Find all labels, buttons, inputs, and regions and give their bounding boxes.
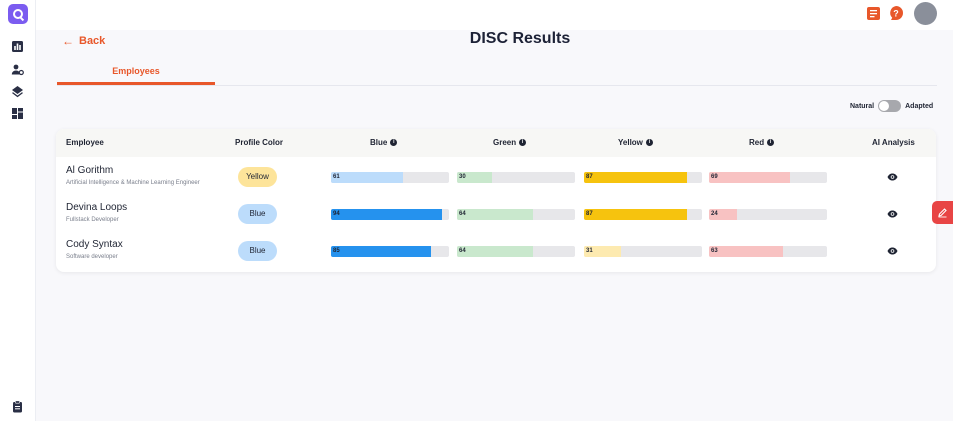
yellow-score-value: 87 xyxy=(586,211,593,217)
col-ai-analysis: AI Analysis xyxy=(872,138,915,147)
table-row: Devina Loops Fullstack Developer Blue 94 64 8… xyxy=(56,197,936,235)
toggle-label-natural: Natural xyxy=(850,102,875,110)
col-employee: Employee xyxy=(66,138,104,147)
page-title: DISC Results xyxy=(469,30,571,47)
blue-score-value: 61 xyxy=(333,174,340,180)
red-score-value: 63 xyxy=(711,248,718,254)
col-green: Green i xyxy=(493,138,527,147)
green-score-fill xyxy=(457,209,533,220)
info-icon[interactable]: i xyxy=(519,139,527,146)
profile-color-badge: Blue xyxy=(238,204,277,224)
employee-name: Cody Syntax xyxy=(66,239,123,250)
blue-score-value: 94 xyxy=(333,211,340,217)
green-score-bar: 64 xyxy=(457,246,575,257)
green-score-value: 64 xyxy=(459,211,466,217)
employee-role: Software developer xyxy=(66,254,118,260)
toggle-label-adapted: Adapted xyxy=(905,102,934,110)
red-score-fill xyxy=(709,172,791,183)
yellow-score-bar: 87 xyxy=(584,172,702,183)
red-score-fill xyxy=(709,246,784,257)
green-score-bar: 30 xyxy=(457,172,575,183)
pen-icon xyxy=(938,208,947,218)
red-score-bar: 69 xyxy=(709,172,827,183)
q-logo-icon[interactable] xyxy=(8,4,28,24)
blue-score-bar: 61 xyxy=(331,172,449,183)
blue-score-bar: 94 xyxy=(331,209,449,220)
help-icon[interactable]: ? xyxy=(888,5,904,21)
col-yellow: Yellow i xyxy=(618,138,653,147)
yellow-score-fill xyxy=(584,209,687,220)
green-score-value: 64 xyxy=(459,248,466,254)
dashboard-icon[interactable] xyxy=(11,107,24,120)
blue-score-fill xyxy=(331,246,432,257)
eye-icon[interactable] xyxy=(887,173,898,181)
tab-bar: Employees xyxy=(57,60,937,86)
profile-color-badge: Yellow xyxy=(238,167,277,187)
toggle-switch[interactable] xyxy=(878,100,902,112)
employee-name: Devina Loops xyxy=(66,202,128,213)
yellow-score-bar: 31 xyxy=(584,246,702,257)
col-blue: Blue i xyxy=(370,138,398,147)
red-score-value: 24 xyxy=(711,211,718,217)
blue-score-fill xyxy=(331,209,442,220)
blue-score-bar: 85 xyxy=(331,246,449,257)
red-score-bar: 24 xyxy=(709,209,827,220)
red-score-bar: 63 xyxy=(709,246,827,257)
tab-employees[interactable]: Employees xyxy=(57,60,215,85)
avatar[interactable] xyxy=(914,2,937,25)
profile-color-badge: Blue xyxy=(238,241,277,261)
yellow-score-value: 31 xyxy=(586,248,593,254)
layers-icon[interactable] xyxy=(11,85,24,98)
employee-role: Fullstack Developer xyxy=(66,217,119,223)
top-bar xyxy=(36,0,953,30)
info-icon[interactable]: i xyxy=(645,139,653,146)
table-row: Al Gorithm Artificial Intelligence & Mach… xyxy=(56,160,936,198)
employee-name: Al Gorithm xyxy=(66,165,114,176)
edit-feedback-button[interactable] xyxy=(932,201,953,224)
green-score-value: 30 xyxy=(459,174,466,180)
document-icon[interactable] xyxy=(866,6,881,21)
eye-icon[interactable] xyxy=(887,247,898,255)
red-score-value: 69 xyxy=(711,174,718,180)
eye-icon[interactable] xyxy=(887,210,898,218)
user-settings-icon[interactable] xyxy=(11,63,24,76)
info-icon[interactable]: i xyxy=(767,139,775,146)
green-score-fill xyxy=(457,246,533,257)
clipboard-icon[interactable] xyxy=(11,400,24,413)
table-row: Cody Syntax Software developer Blue 85 64 31 6… xyxy=(56,234,936,272)
yellow-score-fill xyxy=(584,172,687,183)
employee-role: Artificial Intelligence & Machine Learni… xyxy=(66,180,200,186)
col-profile-color: Profile Color xyxy=(235,138,284,147)
col-red: Red i xyxy=(749,138,775,147)
results-table: Employee Profile Color Blue i Green i Yell… xyxy=(56,129,936,272)
table-header: Employee Profile Color Blue i Green i Yell… xyxy=(56,129,936,157)
green-score-bar: 64 xyxy=(457,209,575,220)
natural-adapted-toggle: Natural Adapted xyxy=(850,100,933,112)
info-icon[interactable]: i xyxy=(390,139,398,146)
blue-score-fill xyxy=(331,172,403,183)
blue-score-value: 85 xyxy=(333,248,340,254)
left-sidebar xyxy=(0,0,36,421)
yellow-score-bar: 87 xyxy=(584,209,702,220)
svg-text:?: ? xyxy=(893,9,899,19)
yellow-score-value: 87 xyxy=(586,174,593,180)
